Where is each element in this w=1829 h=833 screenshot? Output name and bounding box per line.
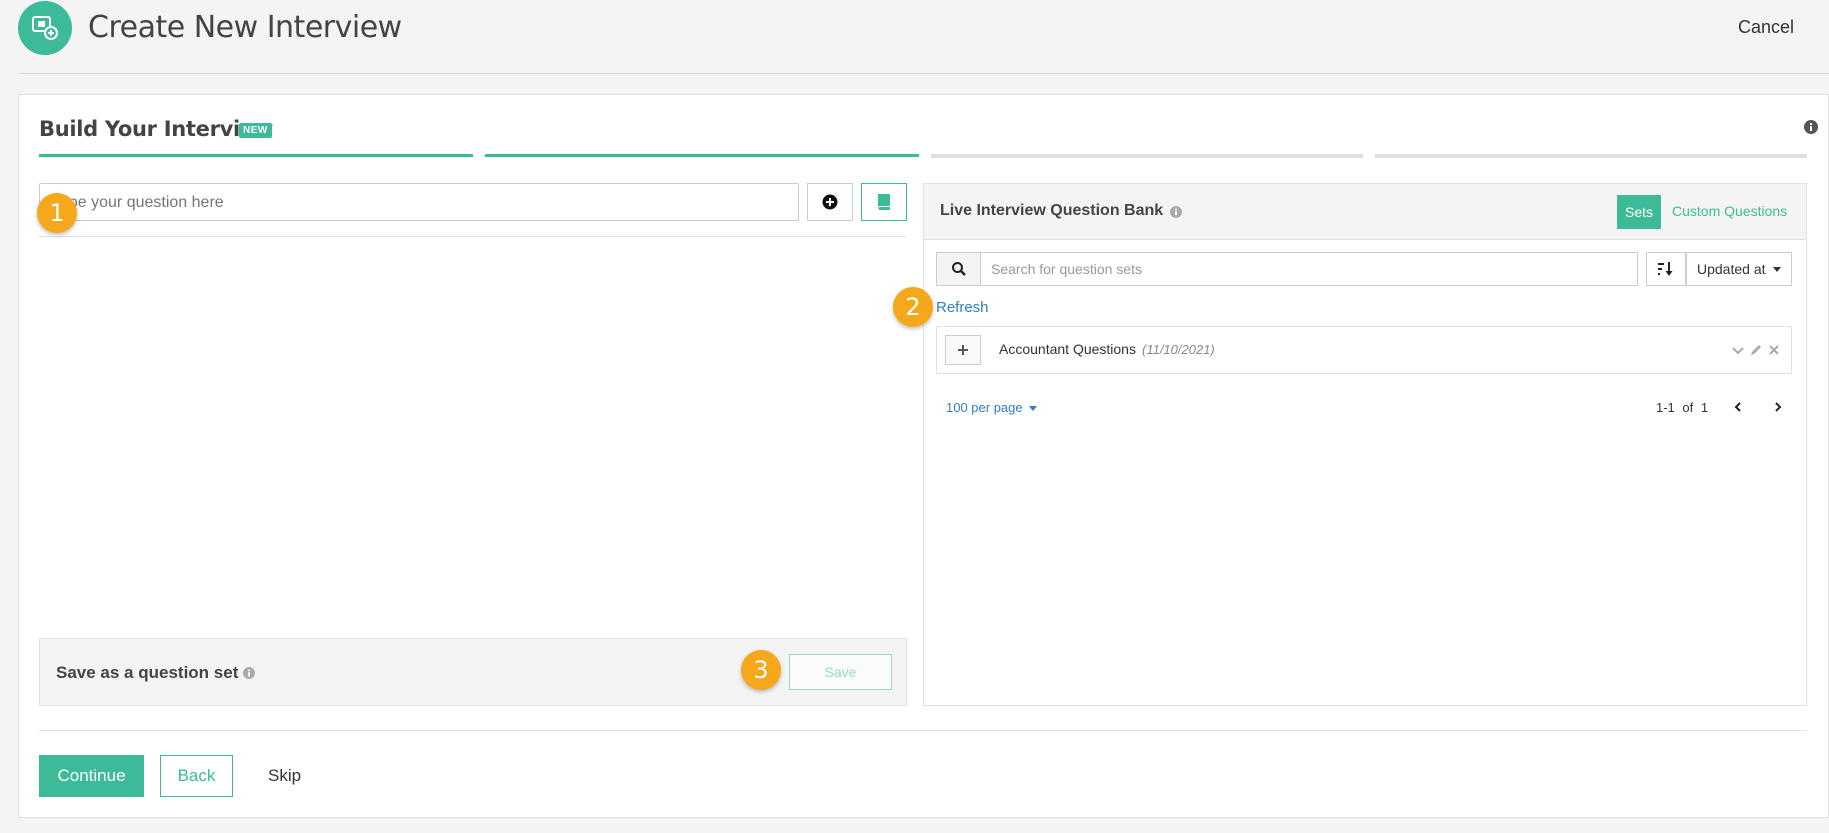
step-2-progress: [485, 154, 919, 157]
tab-sets[interactable]: Sets: [1617, 195, 1661, 229]
interview-logo-icon: [18, 1, 72, 55]
add-question-button[interactable]: [807, 183, 853, 221]
close-icon[interactable]: [1767, 343, 1781, 357]
pager-prev-button[interactable]: [1732, 400, 1744, 418]
step-1-progress: [39, 154, 473, 157]
save-set-label: Save as a question set: [56, 663, 239, 682]
set-date: (11/10/2021): [1142, 342, 1215, 357]
add-set-button[interactable]: [945, 335, 981, 365]
new-badge: NEW: [239, 123, 272, 138]
questions-divider: [39, 236, 907, 237]
page-title: Create New Interview: [88, 10, 402, 45]
sort-by-select[interactable]: Updated at: [1686, 252, 1792, 286]
skip-link[interactable]: Skip: [268, 766, 301, 786]
section-title: Build Your Interview: [39, 117, 273, 141]
question-bank-panel: Live Interview Question Bank Sets Custom…: [923, 183, 1807, 706]
plus-icon: [958, 345, 968, 355]
info-icon[interactable]: [1804, 120, 1818, 139]
question-bank-button[interactable]: [861, 183, 907, 221]
sort-by-label: Updated at: [1697, 261, 1766, 277]
caret-down-icon: [1028, 406, 1037, 412]
header-divider: [18, 73, 1829, 74]
search-button[interactable]: [936, 252, 981, 286]
step-4-progress: [1375, 154, 1807, 158]
pager-of: of: [1682, 400, 1694, 415]
refresh-link[interactable]: Refresh: [936, 299, 989, 316]
top-bar: Create New Interview Cancel: [0, 0, 1829, 74]
sort-direction-button[interactable]: [1646, 252, 1686, 286]
question-bank-info-icon[interactable]: [1170, 205, 1182, 223]
pager-total: 1: [1700, 400, 1709, 415]
step-3-progress: [931, 154, 1363, 158]
continue-button[interactable]: Continue: [39, 755, 144, 797]
book-icon: [878, 194, 890, 210]
chevron-right-icon: [1775, 402, 1782, 412]
back-button[interactable]: Back: [160, 755, 233, 797]
question-bank-header: Live Interview Question Bank Sets Custom…: [924, 184, 1806, 240]
save-button[interactable]: Save: [789, 654, 892, 690]
chevron-left-icon: [1734, 402, 1741, 412]
step-marker-3: 3: [741, 650, 781, 690]
save-set-info-icon[interactable]: [243, 666, 255, 684]
footer-divider: [39, 730, 1807, 731]
search-icon: [951, 262, 966, 276]
tab-custom-questions[interactable]: Custom Questions: [1672, 203, 1787, 219]
question-bank-title: Live Interview Question Bank: [940, 202, 1164, 219]
pencil-icon[interactable]: [1749, 343, 1763, 357]
plus-circle-icon: [822, 194, 838, 210]
build-interview-card: Build Your Interview NEW 1 Save as a que…: [18, 94, 1829, 818]
question-set-row[interactable]: Accountant Questions (11/10/2021): [936, 326, 1792, 374]
set-name: Accountant Questions: [999, 341, 1136, 357]
caret-down-icon: [1773, 267, 1781, 272]
per-page-select[interactable]: 100 per page: [946, 400, 1037, 415]
chevron-down-icon[interactable]: [1731, 343, 1745, 357]
per-page-label: 100 per page: [946, 400, 1023, 415]
step-marker-2: 2: [893, 287, 933, 327]
cancel-link[interactable]: Cancel: [1738, 17, 1794, 38]
question-input[interactable]: [39, 183, 799, 221]
step-marker-1: 1: [37, 193, 77, 233]
pager-next-button[interactable]: [1772, 400, 1784, 418]
search-sets-input[interactable]: Search for question sets: [980, 252, 1638, 286]
pager-range: 1-1: [1656, 400, 1675, 415]
set-actions: [1731, 343, 1781, 357]
sort-descending-icon: [1658, 262, 1673, 276]
pager-info: 1-1 of 1: [1656, 400, 1708, 415]
